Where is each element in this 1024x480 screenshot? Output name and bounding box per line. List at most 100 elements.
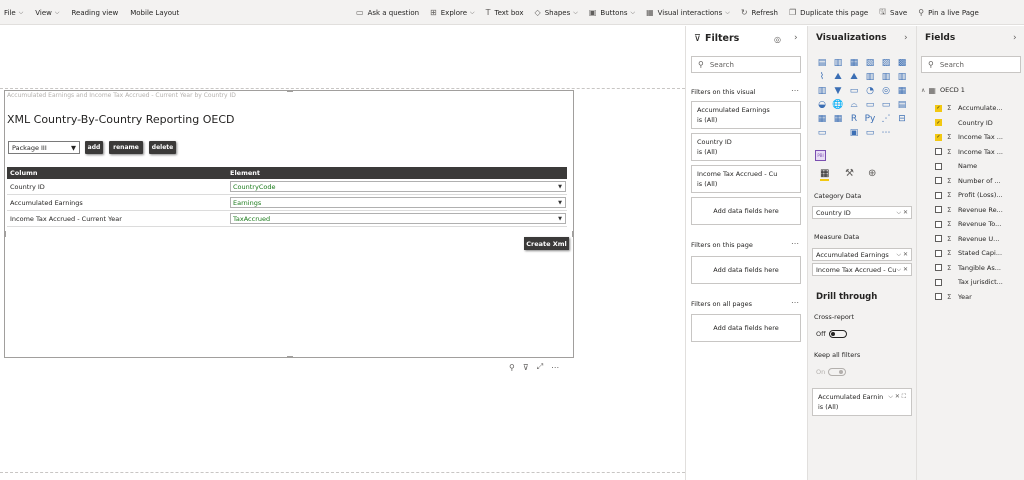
visual-type-icon[interactable]: ▦	[831, 112, 845, 125]
more-options-icon[interactable]: ⋯	[791, 298, 799, 307]
element-select[interactable]: Earnings ▼	[230, 197, 566, 208]
add-data-fields-page[interactable]: Add data fields here	[691, 256, 801, 284]
visual-type-icon[interactable]: ▼	[831, 84, 845, 97]
visual-type-icon[interactable]: ▦	[815, 112, 829, 125]
chevron-right-icon[interactable]: ›	[794, 33, 798, 43]
add-button[interactable]: add	[85, 141, 103, 154]
visual-type-icon[interactable]	[831, 126, 845, 139]
element-select[interactable]: CountryCode ▼	[230, 181, 566, 192]
resize-handle-top[interactable]	[287, 90, 293, 92]
package-select[interactable]: Package III ▼	[8, 141, 80, 154]
more-options-icon[interactable]: ⋯	[551, 363, 559, 372]
toolbar-item-9[interactable]: ⚲ Pin a live Page	[918, 8, 979, 17]
resize-handle-bottom[interactable]	[287, 356, 293, 358]
field-item[interactable]: Σ Income Tax ...	[935, 145, 1003, 159]
visual-type-icon[interactable]: ▭	[863, 126, 877, 139]
fields-tab-icon[interactable]: ▦	[820, 168, 830, 181]
field-item[interactable]: Name	[935, 159, 977, 173]
focus-mode-icon[interactable]: ⤢	[537, 362, 543, 372]
field-item[interactable]: Σ Year	[935, 290, 972, 304]
visual-type-icon[interactable]: ⛰	[831, 70, 845, 83]
visual-type-icon[interactable]: ▧	[863, 56, 877, 69]
toolbar-item-0[interactable]: ▭ Ask a question	[356, 8, 419, 17]
chevron-right-icon[interactable]: ›	[904, 33, 908, 43]
toolbar-item-3[interactable]: ◇ Shapes ⌵	[535, 8, 578, 17]
visual-type-icon[interactable]: ▥	[815, 84, 829, 97]
visual-type-icon[interactable]: ⋰	[879, 112, 893, 125]
fields-search-input[interactable]: ⚲ Search	[921, 56, 1021, 73]
field-item[interactable]: Σ Tangible As...	[935, 261, 1001, 275]
visual-type-icon[interactable]: ◔	[863, 84, 877, 97]
field-item[interactable]: ✓ Country ID	[935, 116, 993, 130]
menu-item-1[interactable]: View ⌵	[35, 9, 59, 17]
visual-type-icon[interactable]: ▥	[879, 70, 893, 83]
visual-type-icon[interactable]: ◒	[815, 98, 829, 111]
field-checkbox[interactable]	[935, 148, 942, 155]
field-checkbox[interactable]	[935, 264, 942, 271]
toolbar-item-5[interactable]: ▦ Visual interactions ⌵	[646, 8, 730, 17]
add-data-fields-all[interactable]: Add data fields here	[691, 314, 801, 342]
visual-type-icon[interactable]: ▨	[879, 56, 893, 69]
eye-icon[interactable]: ◎	[774, 35, 781, 44]
field-item[interactable]: ✓ Σ Income Tax ...	[935, 130, 1003, 144]
field-item[interactable]: Σ Revenue To...	[935, 217, 1001, 231]
field-checkbox[interactable]	[935, 191, 942, 199]
visual-type-icon[interactable]: ▭	[863, 98, 877, 111]
field-controls-icon[interactable]: ⌵ ✕	[897, 209, 908, 217]
resize-handle-left[interactable]	[4, 231, 6, 237]
xml-reporting-visual[interactable]: Accumulated Earnings and Income Tax Accr…	[4, 90, 574, 358]
custom-visual-icon[interactable]: PBI	[815, 150, 826, 161]
report-canvas[interactable]: Accumulated Earnings and Income Tax Accr…	[0, 26, 685, 480]
menu-item-2[interactable]: Reading view	[71, 9, 118, 17]
filter-card[interactable]: Income Tax Accrued - Cu is (All)	[691, 165, 801, 193]
visual-type-icon[interactable]: ▤	[895, 98, 909, 111]
field-checkbox[interactable]: ✓	[935, 119, 942, 126]
toolbar-item-7[interactable]: ❐ Duplicate this page	[789, 8, 868, 17]
field-controls-icon[interactable]: ⌵ ✕ ⛶	[888, 392, 906, 402]
filters-search-input[interactable]: ⚲ Search	[691, 56, 801, 73]
field-checkbox[interactable]	[935, 293, 942, 300]
filter-card[interactable]: Accumulated Earnings is (All)	[691, 101, 801, 129]
field-table-oecd[interactable]: ∧ ▦ OECD 1	[921, 83, 965, 97]
field-checkbox[interactable]	[935, 177, 942, 184]
field-item[interactable]: Σ Number of ...	[935, 174, 1001, 188]
field-checkbox[interactable]	[935, 249, 942, 257]
visual-type-icon[interactable]: ⋯	[879, 126, 893, 139]
menu-item-0[interactable]: File ⌵	[4, 9, 23, 17]
rename-button[interactable]: rename	[109, 141, 143, 154]
toolbar-item-8[interactable]: 🖫 Save	[879, 6, 907, 20]
filter-card[interactable]: Country ID is (All)	[691, 133, 801, 161]
measure-field-well[interactable]: Accumulated Earnings ⌵ ✕	[812, 248, 912, 261]
field-checkbox[interactable]: ✓	[935, 133, 942, 141]
visual-type-icon[interactable]: ▭	[847, 84, 861, 97]
visual-type-icon[interactable]: R	[847, 112, 861, 125]
field-item[interactable]: Tax jurisdict...	[935, 275, 1003, 289]
toolbar-item-1[interactable]: ⊞ Explore ⌵	[430, 8, 475, 17]
field-controls-icon[interactable]: ⌵ ✕	[897, 266, 908, 274]
visual-type-icon[interactable]: ▭	[879, 98, 893, 111]
field-checkbox[interactable]	[935, 278, 942, 286]
element-select[interactable]: TaxAccrued ▼	[230, 213, 566, 224]
field-item[interactable]: Σ Stated Capi...	[935, 246, 1002, 260]
chevron-right-icon[interactable]: ›	[1013, 33, 1017, 43]
field-checkbox[interactable]: ✓	[935, 104, 942, 112]
visual-type-icon[interactable]: ⌇	[815, 70, 829, 83]
visual-type-icon[interactable]: Py	[863, 112, 877, 125]
field-checkbox[interactable]	[935, 162, 942, 170]
measure-field-well[interactable]: Income Tax Accrued - Cu ⌵ ✕	[812, 263, 912, 276]
visual-type-icon[interactable]: ▥	[895, 70, 909, 83]
keep-filters-toggle[interactable]: On	[816, 368, 847, 376]
drill-through-filter-card[interactable]: Accumulated Earnin ⌵ ✕ ⛶ is (All)	[812, 388, 912, 416]
visual-type-icon[interactable]: ▥	[831, 56, 845, 69]
visual-type-icon[interactable]: ▥	[863, 70, 877, 83]
visual-type-icon[interactable]: ▭	[815, 126, 829, 139]
cross-report-toggle[interactable]: Off	[816, 330, 847, 338]
field-checkbox[interactable]	[935, 235, 942, 242]
visual-type-icon[interactable]: ▦	[847, 56, 861, 69]
field-item[interactable]: Σ Profit (Loss)...	[935, 188, 1003, 202]
visual-type-icon[interactable]: ⊟	[895, 112, 909, 125]
field-checkbox[interactable]	[935, 206, 942, 213]
field-item[interactable]: Σ Revenue U...	[935, 232, 999, 246]
resize-handle-right[interactable]	[572, 231, 574, 237]
visual-type-icon[interactable]: ▣	[847, 126, 861, 139]
